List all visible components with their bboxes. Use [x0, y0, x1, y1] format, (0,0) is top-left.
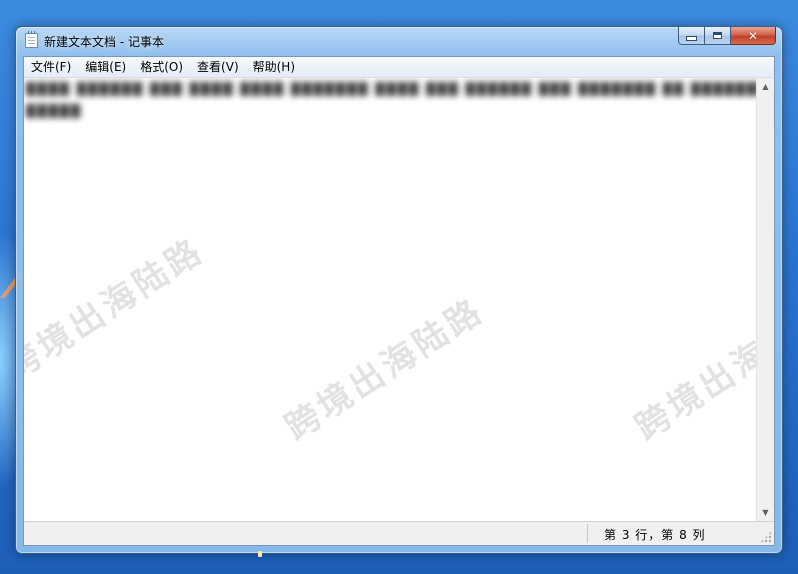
menu-format[interactable]: 格式(O) — [133, 57, 190, 77]
editor-line-2: █████ — [26, 104, 83, 118]
menu-edit[interactable]: 编辑(E) — [78, 57, 133, 77]
notepad-icon[interactable] — [25, 31, 38, 48]
watermark: 跨境出海陆路 — [278, 290, 492, 449]
notepad-window: 新建文本文档 - 记事本 ✕ 文件(F) 编辑(E) 格式(O) 查看(V) 帮… — [15, 26, 783, 554]
maximize-button[interactable] — [705, 27, 731, 45]
status-bar: 第 3 行，第 8 列 — [24, 521, 774, 545]
watermark: 跨境出海陆路 — [628, 290, 757, 449]
maximize-icon — [713, 32, 722, 39]
size-grip-icon[interactable] — [760, 531, 772, 543]
window-title: 新建文本文档 - 记事本 — [44, 35, 164, 49]
cursor-position: 第 3 行，第 8 列 — [604, 528, 706, 542]
text-editor[interactable]: ████ ██████ ███ ████ ████ ███████ ████ █… — [24, 78, 757, 521]
menu-bar: 文件(F) 编辑(E) 格式(O) 查看(V) 帮助(H) — [24, 57, 774, 78]
scroll-down-icon[interactable]: ▼ — [757, 504, 774, 521]
menu-help[interactable]: 帮助(H) — [246, 57, 302, 77]
watermark: 跨境出海陆路 — [24, 230, 212, 389]
caption-buttons: ✕ — [678, 27, 776, 46]
scroll-up-icon[interactable]: ▲ — [757, 78, 774, 95]
client-area: 文件(F) 编辑(E) 格式(O) 查看(V) 帮助(H) ████ █████… — [23, 56, 775, 546]
minimize-button[interactable] — [678, 27, 705, 45]
status-divider — [587, 524, 588, 543]
vertical-scrollbar[interactable]: ▲ ▼ — [756, 78, 774, 521]
taskbar-indicator — [258, 551, 262, 557]
close-icon: ✕ — [747, 28, 759, 43]
close-button[interactable]: ✕ — [731, 27, 776, 45]
menu-view[interactable]: 查看(V) — [190, 57, 246, 77]
editor-line-1: ████ ██████ ███ ████ ████ ███████ ████ █… — [26, 82, 757, 96]
menu-file[interactable]: 文件(F) — [24, 57, 78, 77]
title-bar[interactable]: 新建文本文档 - 记事本 ✕ — [16, 27, 782, 55]
minimize-icon — [686, 36, 697, 41]
